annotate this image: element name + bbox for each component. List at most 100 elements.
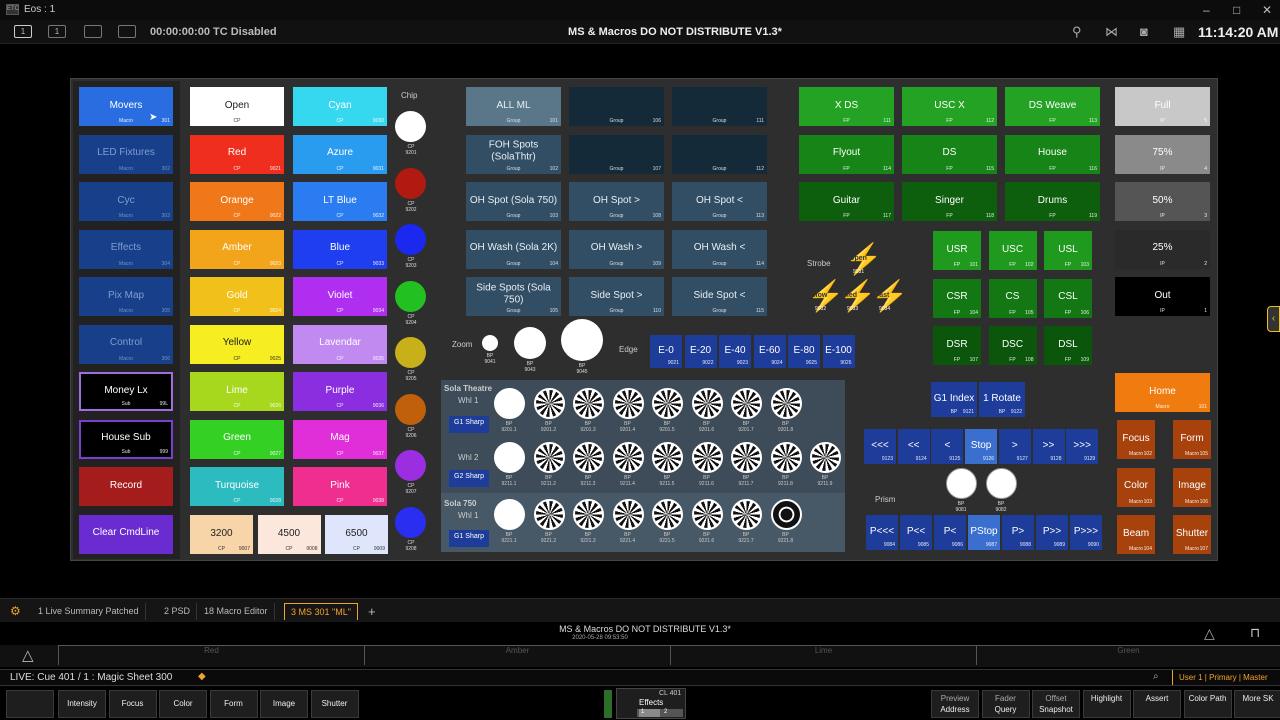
- gobo-button[interactable]: [731, 499, 762, 530]
- tab-macro-editor[interactable]: 18 Macro Editor: [198, 603, 275, 620]
- gobo-button[interactable]: [770, 442, 802, 473]
- group-button[interactable]: OH Wash (Sola 2K) Group 104: [466, 229, 561, 269]
- focus-button[interactable]: Drums FP 119: [1005, 182, 1100, 221]
- sharp-button[interactable]: G1 Sharp: [449, 416, 489, 433]
- lock-icon[interactable]: ⊓: [1250, 625, 1260, 641]
- home-button[interactable]: Home Macro 101: [1115, 373, 1210, 412]
- color-button[interactable]: Red 9021 CP: [190, 134, 284, 174]
- zoom-swatch[interactable]: [482, 335, 498, 351]
- macro-button[interactable]: Movers Macro 301: [79, 87, 173, 126]
- side-expand-icon[interactable]: ‹: [1267, 306, 1280, 332]
- chip-swatch[interactable]: [395, 450, 426, 481]
- display-4-icon[interactable]: [118, 25, 136, 38]
- gobo-button[interactable]: [691, 499, 723, 530]
- keyboard-icon[interactable]: ▦: [1173, 24, 1185, 40]
- softkey-shutter[interactable]: Shutter: [310, 690, 359, 718]
- gobo-button[interactable]: [652, 388, 683, 419]
- prism-rotate-button[interactable]: P>> 9089: [1036, 515, 1068, 550]
- color-button[interactable]: Yellow 9025 CP: [190, 324, 284, 364]
- stage-button[interactable]: CSR FP 104: [933, 278, 981, 318]
- macro-button[interactable]: Clear CmdLine: [79, 514, 173, 554]
- macro-button[interactable]: Control Macro 306: [79, 324, 173, 364]
- attribute-macro-button[interactable]: Form Macro 105: [1173, 420, 1211, 459]
- stage-button[interactable]: DSL FP 109: [1044, 326, 1092, 365]
- right-softkey[interactable]: More SK: [1234, 690, 1280, 718]
- gobo-button[interactable]: [612, 388, 644, 419]
- sharp-button[interactable]: G2 Sharp: [449, 470, 489, 487]
- fader-red[interactable]: Red: [58, 645, 364, 665]
- chip-swatch[interactable]: [395, 337, 426, 368]
- index-button[interactable]: G1 Index BP 9121: [931, 382, 977, 417]
- attribute-macro-button[interactable]: Image Macro 106: [1173, 467, 1211, 507]
- chip-swatch[interactable]: [395, 224, 426, 255]
- gobo-button[interactable]: [573, 442, 604, 473]
- index-button[interactable]: 1 Rotate BP 9122: [979, 382, 1025, 417]
- chip-swatch[interactable]: [395, 111, 426, 142]
- color-button[interactable]: Orange 9022 CP: [190, 182, 284, 221]
- cue-box[interactable]: CL 401 Effects 1 2: [616, 688, 686, 719]
- stage-button[interactable]: CS FP 105: [988, 278, 1037, 318]
- rotate-button[interactable]: <<< 9123: [864, 429, 896, 464]
- macro-button[interactable]: Cyc Macro 303: [79, 182, 173, 221]
- softkey-intensity[interactable]: Intensity: [58, 690, 106, 718]
- right-softkey[interactable]: Preview Address: [931, 690, 979, 718]
- prism-rotate-button[interactable]: P>>> 9090: [1070, 515, 1102, 550]
- macro-button[interactable]: Pix Map Macro 305: [79, 277, 173, 316]
- macro-button[interactable]: House Sub Sub 999: [79, 419, 173, 459]
- gear-icon[interactable]: ⚙: [10, 604, 21, 618]
- softkey-blank[interactable]: [6, 690, 54, 718]
- gobo-button[interactable]: [770, 499, 802, 530]
- close-icon[interactable]: ✕: [1262, 3, 1272, 17]
- gobo-button[interactable]: [533, 442, 565, 473]
- prism-rotate-button[interactable]: P> 9088: [1002, 515, 1034, 550]
- gobo-button[interactable]: [612, 442, 644, 473]
- intensity-button[interactable]: Out IP 1: [1115, 277, 1210, 316]
- group-button[interactable]: OH Wash > Group 109: [569, 229, 664, 269]
- gobo-button[interactable]: [533, 499, 565, 530]
- prism-rotate-button[interactable]: P< 9086: [934, 515, 966, 550]
- attribute-macro-button[interactable]: Color Macro 103: [1117, 467, 1155, 507]
- softkey-focus[interactable]: Focus: [108, 690, 157, 718]
- attribute-macro-button[interactable]: Focus Macro 102: [1117, 420, 1155, 459]
- gobo-button[interactable]: [494, 442, 525, 473]
- attribute-macro-button[interactable]: Shutter Macro 107: [1173, 515, 1211, 554]
- right-softkey[interactable]: Offset Snapshot: [1032, 690, 1080, 718]
- network-icon[interactable]: ⋈: [1105, 24, 1118, 40]
- color-button[interactable]: Purple 9036 CP: [293, 372, 387, 411]
- right-softkey[interactable]: Assert: [1133, 690, 1181, 718]
- color-button[interactable]: LT Blue 9032 CP: [293, 182, 387, 221]
- group-button[interactable]: Group 106: [569, 87, 664, 126]
- chip-swatch[interactable]: [395, 167, 426, 199]
- prism-rotate-button[interactable]: P<< 9085: [900, 515, 932, 550]
- right-softkey[interactable]: Color Path: [1183, 690, 1232, 718]
- group-button[interactable]: Side Spot > Group 110: [569, 277, 664, 316]
- color-button[interactable]: Azure 9031 CP: [293, 134, 387, 174]
- focus-button[interactable]: Singer FP 118: [902, 182, 997, 221]
- gobo-button[interactable]: [612, 499, 644, 530]
- display-3-icon[interactable]: [84, 25, 102, 38]
- gobo-button[interactable]: [770, 388, 802, 419]
- group-button[interactable]: OH Spot > Group 108: [569, 182, 664, 221]
- ct-button[interactable]: 4500 9008 CP: [257, 515, 321, 554]
- softkey-form[interactable]: Form: [209, 690, 258, 718]
- zoom-swatch[interactable]: [561, 319, 603, 361]
- group-button[interactable]: Side Spots (Sola 750) Group 105: [466, 277, 561, 316]
- color-button[interactable]: Lavendar 9035 CP: [293, 324, 387, 364]
- edge-button[interactable]: E-40 9023: [719, 335, 751, 368]
- stage-button[interactable]: DSC FP 108: [988, 326, 1037, 365]
- rotate-button[interactable]: >>> 9129: [1066, 429, 1099, 464]
- color-button[interactable]: Gold 9024 CP: [190, 277, 284, 316]
- stage-button[interactable]: USL FP 103: [1044, 231, 1092, 270]
- prism-swatch[interactable]: [946, 468, 977, 499]
- search-icon[interactable]: ⌕: [1153, 671, 1159, 682]
- group-button[interactable]: OH Spot (Sola 750) Group 103: [466, 182, 561, 221]
- color-button[interactable]: Pink 9038 CP: [293, 467, 387, 506]
- gobo-button[interactable]: [494, 499, 525, 530]
- wand-icon[interactable]: ⚲: [1072, 24, 1082, 40]
- group-button[interactable]: Group 111: [672, 87, 767, 126]
- gobo-button[interactable]: [533, 388, 565, 419]
- gobo-button[interactable]: [810, 442, 841, 473]
- gobo-button[interactable]: [573, 499, 604, 530]
- edge-button[interactable]: E-80 9025: [788, 335, 820, 368]
- sharp-button[interactable]: G1 Sharp: [449, 530, 489, 547]
